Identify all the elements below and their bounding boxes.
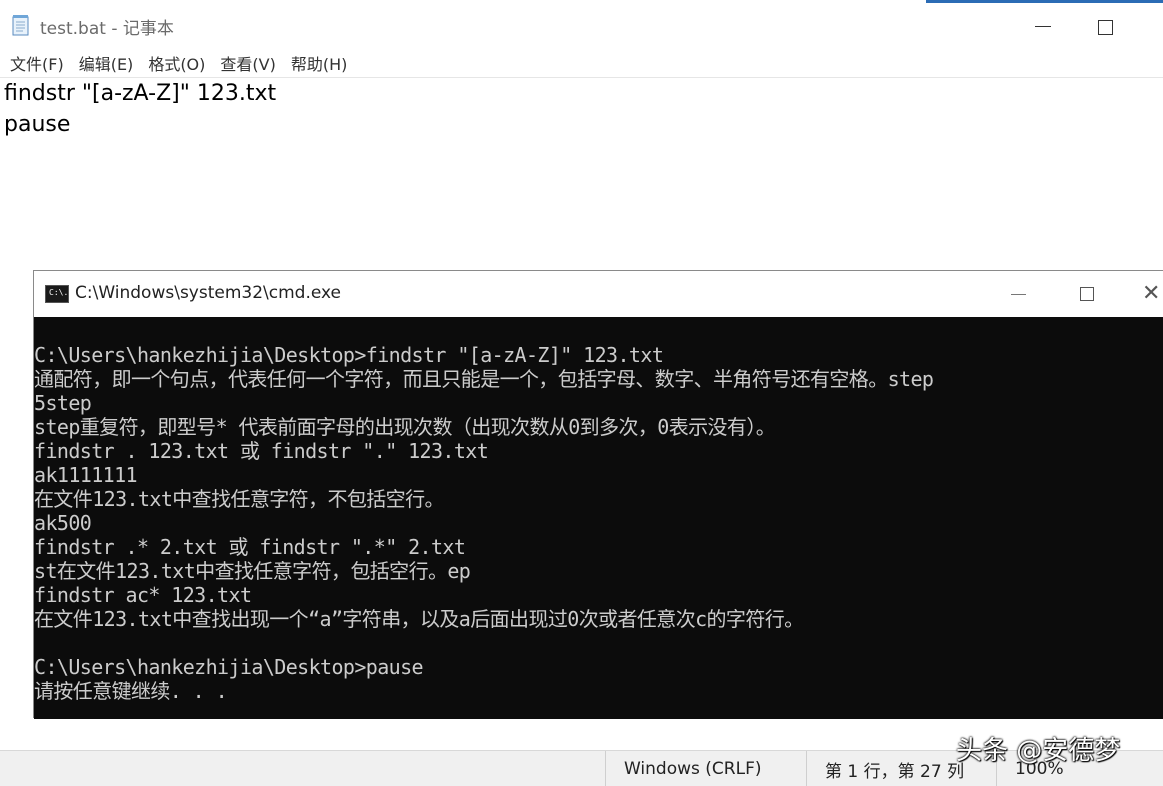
notepad-window-title: test.bat - 记事本	[40, 19, 174, 39]
console-line: 在文件123.txt中查找出现一个“a”字符串，以及a后面出现过0次或者任意次c…	[34, 607, 804, 631]
menu-file[interactable]: 文件(F)	[4, 51, 70, 75]
menu-view[interactable]: 查看(V)	[214, 51, 281, 75]
maximize-icon	[1080, 287, 1094, 301]
console-line: findstr . 123.txt 或 findstr "." 123.txt	[34, 439, 489, 463]
close-icon: ✕	[1142, 281, 1161, 306]
menu-help[interactable]: 帮助(H)	[285, 51, 354, 75]
notepad-maximize-button[interactable]	[1090, 12, 1120, 42]
console-line: ak500	[34, 511, 92, 535]
cmd-console-output[interactable]: C:\Users\hankezhijia\Desktop>findstr "[a…	[34, 317, 1163, 719]
watermark-text: 头条 @安德梦	[956, 736, 1121, 766]
cmd-icon: C:\.	[45, 285, 69, 303]
minimize-icon	[1010, 293, 1026, 295]
console-line: 请按任意键继续. . .	[34, 679, 228, 703]
maximize-icon	[1097, 19, 1113, 35]
console-line: 通配符，即一个句点，代表任何一个字符，而且只能是一个，包括字母、数字、半角符号还…	[34, 367, 934, 391]
cmd-window: C:\. C:\Windows\system32\cmd.exe ✕ C:\Us…	[33, 270, 1163, 719]
cmd-close-button[interactable]: ✕	[1142, 281, 1163, 307]
cmd-minimize-button[interactable]	[1000, 281, 1036, 307]
status-encoding: Windows (CRLF)	[605, 751, 805, 786]
console-line: 在文件123.txt中查找任意字符，不包括空行。	[34, 487, 444, 511]
menu-edit[interactable]: 编辑(E)	[73, 51, 140, 75]
cmd-titlebar: C:\. C:\Windows\system32\cmd.exe ✕	[34, 271, 1163, 317]
console-line: findstr ac* 123.txt	[34, 583, 252, 607]
cmd-maximize-button[interactable]	[1072, 281, 1102, 307]
cmd-window-title: C:\Windows\system32\cmd.exe	[75, 283, 342, 303]
notepad-minimize-button[interactable]	[1020, 14, 1066, 38]
notepad-menubar: 文件(F) 编辑(E) 格式(O) 查看(V) 帮助(H)	[0, 48, 1163, 78]
minimize-icon	[1035, 25, 1051, 27]
console-line: findstr .* 2.txt 或 findstr ".*" 2.txt	[34, 535, 466, 559]
console-line: C:\Users\hankezhijia\Desktop>pause	[34, 655, 424, 679]
notepad-icon	[12, 15, 29, 36]
window-accent-bar	[926, 0, 1163, 3]
notepad-titlebar: test.bat - 记事本	[0, 0, 1163, 48]
console-line: step重复符，即型号* 代表前面字母的出现次数（出现次数从0到多次，0表示没有…	[34, 415, 776, 439]
console-line: 5step	[34, 391, 92, 415]
menu-format[interactable]: 格式(O)	[142, 51, 211, 75]
editor-line: pause	[4, 112, 71, 137]
editor-line: findstr "[a-zA-Z]" 123.txt	[4, 81, 277, 106]
console-line: ak1111111	[34, 463, 138, 487]
console-line: st在文件123.txt中查找任意字符，包括空行。ep	[34, 559, 471, 583]
console-line: C:\Users\hankezhijia\Desktop>findstr "[a…	[34, 343, 664, 367]
